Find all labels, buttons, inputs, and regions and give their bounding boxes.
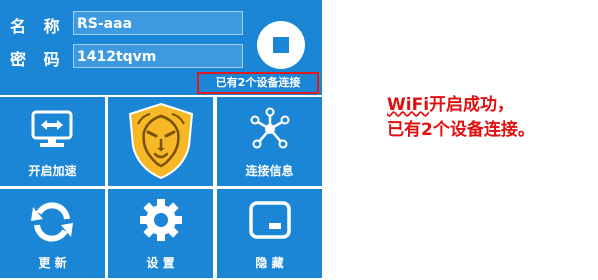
- success-note: WiFi开启成功， 已有2个设备连接。: [387, 93, 535, 143]
- refresh-tile[interactable]: 更 新: [0, 189, 105, 278]
- accelerate-label: 开启加速: [28, 164, 77, 178]
- stop-button[interactable]: [257, 21, 305, 69]
- monitor-arrows-icon: [31, 110, 73, 147]
- connection-info-tile[interactable]: 连接信息: [217, 97, 322, 186]
- refresh-label: 更 新: [38, 256, 67, 270]
- connection-status-badge: 已有2个设备连接: [197, 72, 319, 94]
- name-label: 名 称: [10, 17, 66, 36]
- settings-tile[interactable]: 设 置: [108, 189, 213, 278]
- hotspot-header: 名 称 RS-aaa 密 码 1412tqvm 已有2个设备连接: [0, 0, 322, 95]
- gear-icon: [140, 199, 182, 241]
- network-nodes-icon: [250, 107, 290, 149]
- stop-icon: [273, 37, 289, 53]
- note-wifi: WiFi: [387, 95, 430, 115]
- hotspot-name-field[interactable]: RS-aaa: [73, 11, 243, 35]
- hotspot-password-field[interactable]: 1412tqvm: [73, 44, 243, 68]
- password-label: 密 码: [10, 50, 66, 69]
- accelerate-tile[interactable]: 开启加速: [0, 97, 105, 186]
- note-line-2: 已有2个设备连接。: [387, 120, 535, 140]
- settings-label: 设 置: [146, 256, 175, 270]
- hide-label: 隐 藏: [255, 256, 284, 270]
- refresh-icon: [31, 202, 73, 242]
- note-line-1-rest: 开启成功，: [429, 95, 515, 115]
- hide-tile[interactable]: 隐 藏: [217, 189, 322, 278]
- hide-window-icon: [249, 201, 291, 239]
- connection-info-label: 连接信息: [245, 164, 294, 178]
- logo-tile: [108, 97, 213, 186]
- lion-shield-icon: [128, 102, 194, 180]
- note-line-1: WiFi开启成功，: [387, 93, 535, 118]
- wifi-hotspot-panel: 名 称 RS-aaa 密 码 1412tqvm 已有2个设备连接 开启加速 连接…: [0, 0, 322, 278]
